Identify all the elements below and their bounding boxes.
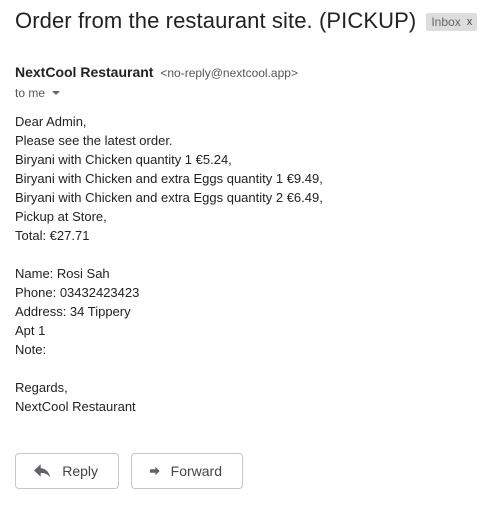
sender-email: <no-reply@nextcool.app> (160, 66, 298, 80)
body-line: Note: (15, 342, 47, 357)
reply-button[interactable]: Reply (15, 453, 119, 489)
reply-label: Reply (62, 463, 98, 479)
body-line: Total: €27.71 (15, 228, 90, 243)
body-line: Pickup at Store, (15, 209, 107, 224)
body-line: Apt 1 (15, 323, 46, 338)
body-line: Phone: 03432423423 (15, 285, 140, 300)
sender-row: NextCool Restaurant <no-reply@nextcool.a… (15, 64, 298, 80)
chevron-down-icon[interactable] (52, 91, 61, 95)
forward-label: Forward (170, 463, 222, 479)
remove-label-icon[interactable]: x (467, 16, 473, 28)
email-view: Order from the restaurant site. (PICKUP)… (0, 0, 495, 515)
body-line: Biryani with Chicken quantity 1 €5.24, (15, 152, 232, 167)
forward-button[interactable]: Forward (131, 453, 243, 489)
action-buttons: Reply Forward (15, 453, 243, 489)
inbox-label-chip[interactable]: Inbox x (426, 13, 478, 31)
email-subject: Order from the restaurant site. (PICKUP) (15, 8, 417, 33)
body-line: Dear Admin, (15, 114, 87, 129)
subject-row: Order from the restaurant site. (PICKUP)… (15, 8, 478, 34)
body-line: Name: Rosi Sah (15, 266, 110, 281)
recipient-text: to me (15, 86, 46, 100)
body-line: Address: 34 Tippery (15, 304, 131, 319)
body-line: NextCool Restaurant (15, 399, 136, 414)
email-body: Dear Admin, Please see the latest order. B… (15, 112, 323, 416)
sender-name: NextCool Restaurant (15, 64, 154, 80)
body-line: Biryani with Chicken and extra Eggs quan… (15, 171, 323, 186)
forward-arrow-icon (150, 466, 160, 476)
recipient-details-toggle[interactable]: to me (15, 86, 61, 100)
body-line: Please see the latest order. (15, 133, 173, 148)
inbox-label-text: Inbox (431, 14, 461, 29)
reply-arrow-icon (34, 464, 51, 478)
body-line: Regards, (15, 380, 68, 395)
body-line: Biryani with Chicken and extra Eggs quan… (15, 190, 323, 205)
